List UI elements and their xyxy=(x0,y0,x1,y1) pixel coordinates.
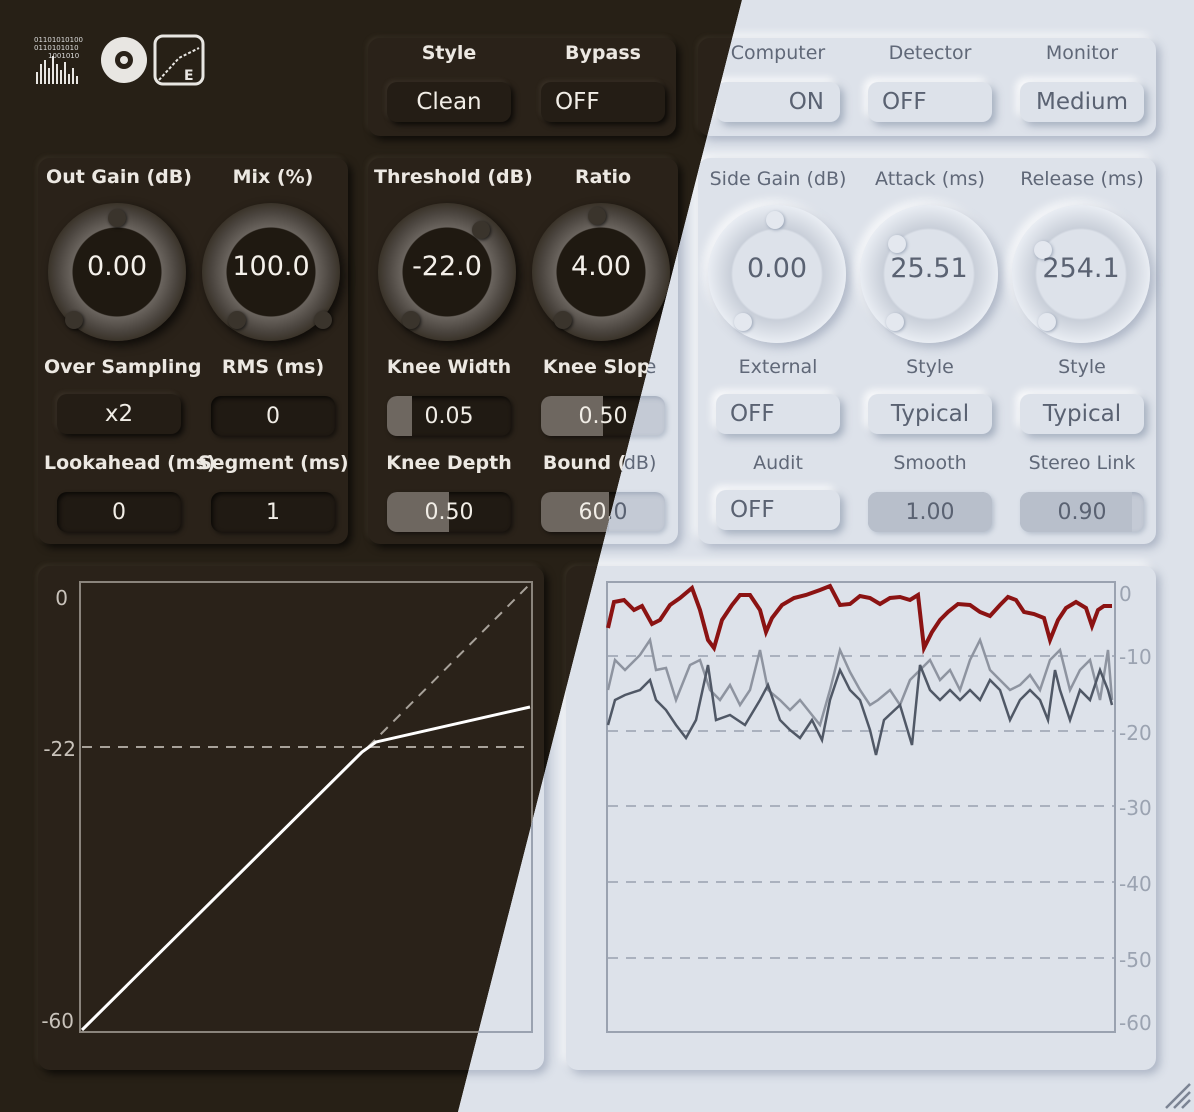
input-level-trace xyxy=(606,636,1114,728)
knee-depth-value: 0.50 xyxy=(424,499,474,525)
meter-tick-0: 0 xyxy=(1119,582,1132,606)
rms-value: 0 xyxy=(266,403,280,429)
meter-tick-6: -60 xyxy=(1119,1011,1152,1035)
curve-tick-1: -22 xyxy=(43,737,76,761)
smooth-value: 1.00 xyxy=(905,499,955,525)
segment-value: 1 xyxy=(266,499,280,525)
meter-tick-1: -10 xyxy=(1119,645,1152,669)
meter-tick-4: -40 xyxy=(1119,872,1152,896)
knee-width-value: 0.05 xyxy=(424,403,474,429)
resize-grip-icon[interactable] xyxy=(1158,1076,1192,1110)
knee-slope-value: 0.50 xyxy=(578,403,628,429)
unity-line xyxy=(367,583,531,748)
meter-tick-2: -20 xyxy=(1119,721,1152,745)
stereo-link-value: 0.90 xyxy=(1057,499,1107,525)
transfer-curve xyxy=(80,705,531,1032)
curve-tick-2: -60 xyxy=(41,1009,74,1033)
curve-tick-0: 0 xyxy=(55,586,68,610)
meter-tick-3: -30 xyxy=(1119,796,1152,820)
gain-reduction-trace xyxy=(606,583,1112,655)
meter-tick-5: -50 xyxy=(1119,948,1152,972)
lookahead-value: 0 xyxy=(112,499,126,525)
